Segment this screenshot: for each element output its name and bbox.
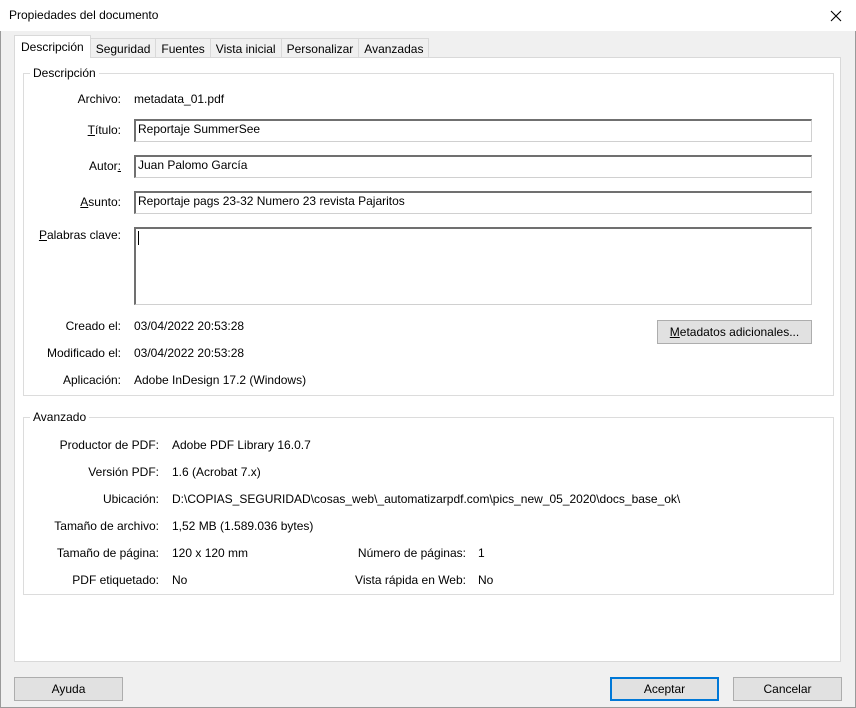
- application-value: Adobe InDesign 17.2 (Windows): [134, 373, 307, 387]
- pdf-version-value: 1.6 (Acrobat 7.x): [172, 465, 261, 479]
- additional-metadata-mnemonic: M: [669, 325, 680, 339]
- keywords-label-mnemonic: P: [38, 228, 47, 242]
- author-field[interactable]: Juan Palomo García: [134, 155, 812, 178]
- subject-label: Asunto:: [80, 195, 121, 209]
- additional-metadata-post: etadatos adicionales...: [679, 325, 800, 339]
- additional-metadata-button[interactable]: Metadatos adicionales...: [657, 320, 812, 344]
- tab-vista-inicial[interactable]: Vista inicial: [209, 38, 282, 58]
- pdf-version-label: Versión PDF:: [88, 465, 159, 479]
- tab-strip: Descripción Seguridad Fuentes Vista inic…: [14, 35, 430, 58]
- window-title: Propiedades del documento: [9, 8, 159, 22]
- application-label: Aplicación:: [62, 373, 121, 387]
- file-size-label: Tamaño de archivo:: [54, 519, 159, 533]
- file-size-value: 1,52 MB (1.589.036 bytes): [172, 519, 314, 533]
- ok-button[interactable]: Aceptar: [610, 677, 719, 701]
- tab-avanzadas[interactable]: Avanzadas: [358, 38, 430, 58]
- title-label-post: ítulo:: [94, 123, 121, 137]
- page-size-value: 120 x 120 mm: [172, 546, 249, 560]
- tab-personalizar[interactable]: Personalizar: [280, 38, 360, 58]
- description-legend: Descripción: [30, 66, 99, 80]
- title-label: Título:: [88, 123, 121, 137]
- author-label-mnemonic: :: [117, 159, 121, 173]
- close-button[interactable]: [816, 0, 856, 31]
- tab-descripcion[interactable]: Descripción: [14, 35, 91, 58]
- title-bar: Propiedades del documento: [0, 0, 856, 31]
- advanced-legend: Avanzado: [30, 410, 90, 424]
- close-icon: [830, 10, 842, 21]
- created-label: Creado el:: [65, 319, 121, 333]
- keywords-label-post: alabras clave:: [46, 228, 121, 242]
- location-label: Ubicación:: [102, 492, 159, 506]
- author-label: Autor:: [89, 159, 121, 173]
- advanced-group: Avanzado Productor de PDF: Adobe PDF Lib…: [23, 410, 834, 595]
- file-label: Archivo:: [77, 92, 121, 106]
- keywords-field[interactable]: [134, 227, 812, 305]
- author-label-pre: Autor: [88, 159, 118, 173]
- title-label-mnemonic: T: [87, 123, 95, 137]
- page-count-value: 1: [478, 546, 485, 560]
- fast-web-view-value: No: [478, 573, 494, 587]
- tagged-pdf-label: PDF etiquetado:: [72, 573, 159, 587]
- fast-web-view-label: Vista rápida en Web:: [355, 573, 466, 587]
- page-size-label: Tamaño de página:: [56, 546, 159, 560]
- modified-label: Modificado el:: [46, 346, 121, 360]
- tab-fuentes[interactable]: Fuentes: [155, 38, 211, 58]
- location-value: D:\COPIAS_SEGURIDAD\cosas_web\_automatiz…: [172, 492, 681, 506]
- keywords-label: Palabras clave:: [39, 228, 121, 242]
- tagged-pdf-value: No: [172, 573, 188, 587]
- help-button[interactable]: Ayuda: [14, 677, 123, 701]
- description-group: Descripción Archivo: metadata_01.pdf Tít…: [23, 66, 834, 396]
- producer-value: Adobe PDF Library 16.0.7: [172, 438, 311, 452]
- file-value: metadata_01.pdf: [134, 92, 225, 106]
- producer-label: Productor de PDF:: [59, 438, 159, 452]
- tab-panel-descripcion: Descripción Archivo: metadata_01.pdf Tít…: [14, 57, 841, 662]
- subject-label-post: sunto:: [88, 195, 121, 209]
- title-field[interactable]: Reportaje SummerSee: [134, 119, 812, 142]
- tab-seguridad[interactable]: Seguridad: [89, 38, 157, 58]
- text-caret: [138, 231, 139, 245]
- page-count-label: Número de páginas:: [357, 546, 466, 560]
- created-value: 03/04/2022 20:53:28: [134, 319, 245, 333]
- modified-value: 03/04/2022 20:53:28: [134, 346, 245, 360]
- cancel-button[interactable]: Cancelar: [733, 677, 842, 701]
- subject-field[interactable]: Reportaje pags 23-32 Numero 23 revista P…: [134, 191, 812, 214]
